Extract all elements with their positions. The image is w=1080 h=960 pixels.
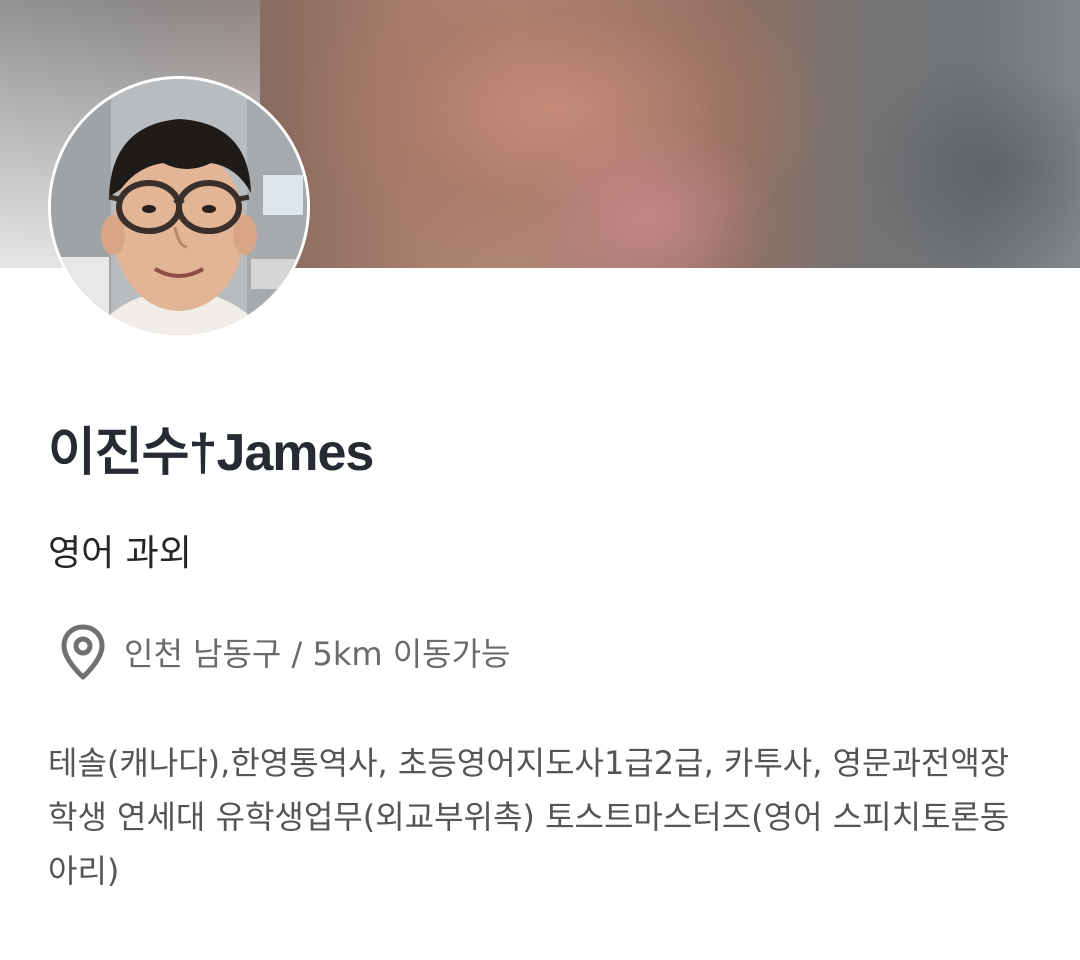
profile-name: 이진수†James xyxy=(48,424,374,482)
profile-subtitle: 영어 과외 xyxy=(48,533,192,574)
avatar[interactable] xyxy=(48,76,310,338)
profile-page: 이진수†James 영어 과외 인천 남동구 / 5km 이동가능 테솔(캐나다… xyxy=(0,0,1080,960)
location-row: 인천 남동구 / 5km 이동가능 xyxy=(60,624,511,680)
profile-bio: 테솔(캐나다),한영통역사, 초등영어지도사1급2급, 카투사, 영문과전액장학… xyxy=(48,744,1010,890)
location-text: 인천 남동구 / 5km 이동가능 xyxy=(124,635,511,673)
location-pin-icon xyxy=(61,624,105,680)
